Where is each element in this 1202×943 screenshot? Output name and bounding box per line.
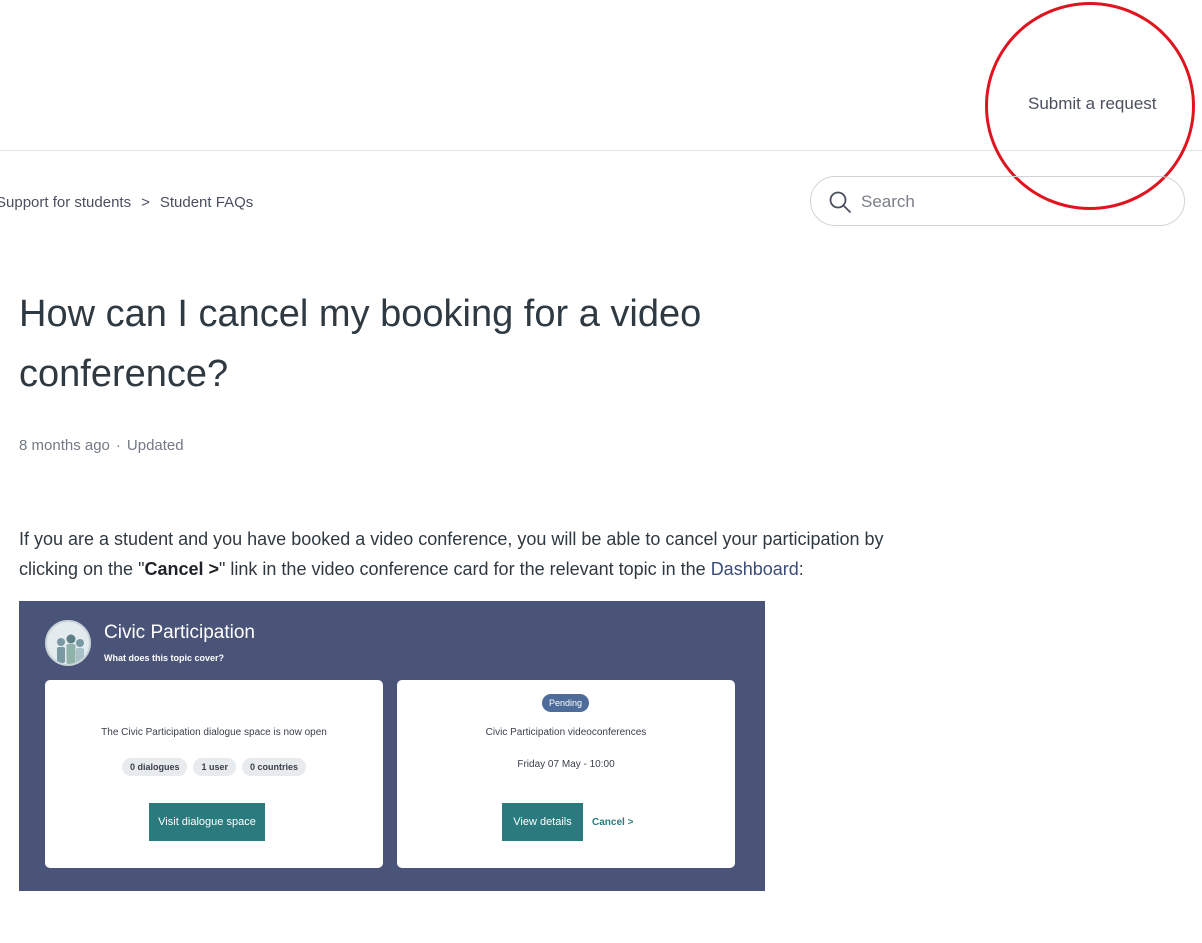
dialogue-space-text: The Civic Participation dialogue space i… xyxy=(101,727,327,738)
users-pill: 1 user xyxy=(193,758,237,776)
article-meta: 8 months ago · Updated xyxy=(19,437,184,454)
dashboard-link[interactable]: Dashboard xyxy=(711,559,799,579)
cancel-link: Cancel > xyxy=(592,817,634,828)
article-body: If you are a student and you have booked… xyxy=(19,524,919,584)
dialogues-pill: 0 dialogues xyxy=(121,758,188,776)
search-icon xyxy=(829,191,851,213)
meta-separator: · xyxy=(115,437,121,454)
videoconference-title: Civic Participation videoconferences xyxy=(485,727,647,738)
article-title: How can I cancel my booking for a video … xyxy=(19,293,702,395)
body-text-2: " link in the video conference card for … xyxy=(219,559,711,579)
body-bold-cancel: Cancel > xyxy=(144,559,220,579)
dashboard-screenshot-image: Civic Participation What does this topic… xyxy=(19,601,765,891)
people-illustration-icon xyxy=(57,634,84,664)
videoconference-date: Friday 07 May - 10:00 xyxy=(517,759,615,770)
topic-avatar xyxy=(45,620,91,666)
stats-pills: 0 dialogues 1 user 0 countries xyxy=(45,757,383,776)
countries-pill: 0 countries xyxy=(242,758,307,776)
body-text-3: : xyxy=(798,559,804,579)
breadcrumb-support-for-students[interactable]: Support for students xyxy=(0,194,131,211)
article-age: 8 months ago xyxy=(19,437,110,454)
visit-dialogue-space-button: Visit dialogue space xyxy=(149,803,265,841)
breadcrumb-student-faqs[interactable]: Student FAQs xyxy=(160,194,253,211)
search-box[interactable] xyxy=(810,176,1185,226)
dialogue-space-card: The Civic Participation dialogue space i… xyxy=(45,680,383,868)
article-updated: Updated xyxy=(126,437,184,454)
pending-badge: Pending xyxy=(542,694,590,712)
submit-request-link[interactable]: Submit a request xyxy=(1028,94,1157,114)
search-input[interactable] xyxy=(861,189,1161,215)
breadcrumb-separator: > xyxy=(141,194,150,211)
site-header: Submit a request xyxy=(0,0,1202,151)
topic-title: Civic Participation xyxy=(104,622,255,643)
videoconference-card: Pending Civic Participation videoconfere… xyxy=(397,680,735,868)
breadcrumb: Support for students > Student FAQs xyxy=(0,194,253,211)
view-details-button: View details xyxy=(502,803,583,841)
topic-subtitle: What does this topic cover? xyxy=(104,653,225,663)
